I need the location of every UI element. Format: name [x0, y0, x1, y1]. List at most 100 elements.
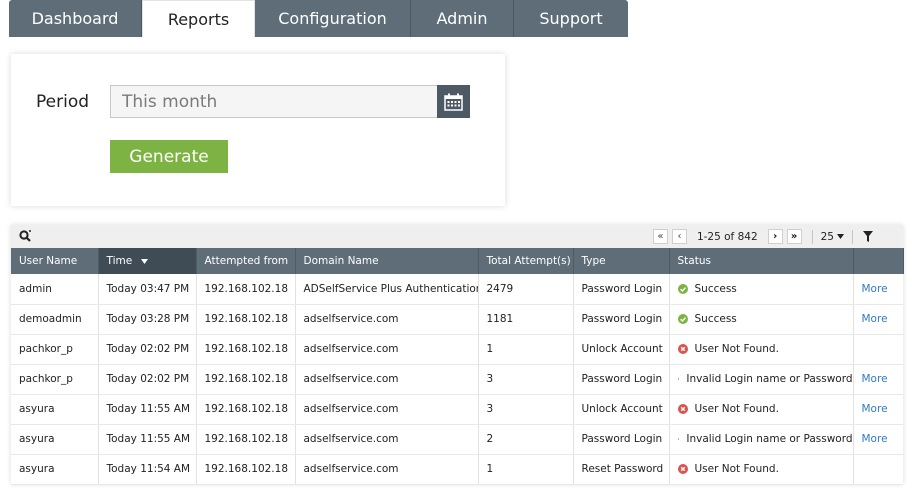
cell-actions: More — [853, 424, 903, 455]
status-wrapper: User Not Found. — [677, 343, 853, 355]
cell-attempted-from: 192.168.102.18 — [196, 304, 296, 335]
table-header-row: User Name Time Attempted from Domain Nam… — [11, 248, 904, 274]
column-header-domain-name[interactable]: Domain Name — [295, 248, 479, 274]
page-range: 1-25 of 842 — [696, 230, 758, 243]
cell-total-attempts: 1 — [478, 334, 574, 365]
prev-page-button[interactable]: ‹ — [671, 229, 687, 244]
tab-reports[interactable]: Reports — [142, 0, 255, 37]
column-header-user-name[interactable]: User Name — [11, 248, 99, 274]
cell-actions: More — [853, 274, 903, 305]
filter-icon[interactable] — [863, 231, 873, 242]
cell-type: Password Login — [573, 304, 670, 335]
cell-time: Today 11:55 AM — [98, 394, 197, 425]
column-header-attempted-from[interactable]: Attempted from — [196, 248, 296, 274]
status-text: User Not Found. — [694, 403, 779, 415]
more-link[interactable]: More — [862, 373, 888, 385]
cell-type: Unlock Account — [573, 334, 670, 365]
cell-attempted-from: 192.168.102.18 — [196, 394, 296, 425]
status-wrapper: User Not Found. — [677, 463, 853, 475]
cell-total-attempts: 2479 — [478, 274, 574, 305]
calendar-button[interactable] — [437, 85, 470, 118]
column-header-status[interactable]: Status — [669, 248, 854, 274]
last-page-button[interactable]: » — [786, 229, 802, 244]
cell-actions: More — [853, 364, 903, 395]
cell-domain-name: adselfservice.com — [295, 394, 479, 425]
cell-domain-name: adselfservice.com — [295, 304, 479, 335]
report-table: User Name Time Attempted from Domain Nam… — [11, 248, 904, 485]
cell-domain-name: adselfservice.com — [295, 334, 479, 365]
success-check-icon — [677, 314, 688, 324]
table-row: asyura Today 11:55 AM 192.168.102.18 adself… — [11, 424, 903, 455]
tab-admin[interactable]: Admin — [411, 0, 514, 37]
period-input[interactable] — [110, 85, 438, 118]
cell-type: Password Login — [573, 424, 670, 455]
more-link[interactable]: More — [862, 433, 888, 445]
page-size-select[interactable]: 25 — [821, 231, 844, 243]
success-check-icon — [677, 283, 688, 294]
next-page-button[interactable]: › — [767, 229, 783, 244]
cell-attempted-from: 192.168.102.18 — [196, 364, 296, 395]
table-row: pachkor_p Today 02:02 PM 192.168.102.18 ads… — [11, 334, 903, 365]
search-icon[interactable] — [19, 230, 32, 246]
cell-actions: More — [853, 304, 903, 335]
column-header-actions — [853, 248, 904, 274]
status-wrapper: Invalid Login name or Password — [677, 373, 853, 385]
cell-domain-name: adselfservice.com — [295, 454, 479, 485]
cell-user-name: pachkor_p — [11, 334, 99, 365]
tab-support[interactable]: Support — [514, 0, 628, 37]
page-size-value: 25 — [820, 230, 834, 243]
cell-status: Invalid Login name or Password — [669, 364, 854, 395]
cell-time: Today 02:02 PM — [98, 364, 197, 395]
column-header-time[interactable]: Time — [98, 248, 197, 274]
cell-domain-name: adselfservice.com — [295, 364, 479, 395]
cell-attempted-from: 192.168.102.18 — [196, 454, 296, 485]
status-text: User Not Found. — [694, 463, 779, 475]
report-filter-panel: Period Generate — [11, 54, 505, 206]
cell-total-attempts: 3 — [478, 394, 574, 425]
cell-status: Success — [669, 274, 854, 305]
cell-user-name: asyura — [11, 454, 99, 485]
period-label: Period — [36, 92, 90, 112]
column-header-total-attempts[interactable]: Total Attempt(s) — [478, 248, 574, 274]
cell-domain-name: adselfservice.com — [295, 424, 479, 455]
calendar-icon — [444, 93, 463, 111]
cell-status: Invalid Login name or Password — [669, 424, 854, 455]
main-tab-bar: Dashboard Reports Configuration Admin Su… — [9, 0, 628, 37]
cell-time: Today 11:54 AM — [98, 454, 197, 485]
cell-type: Reset Password — [573, 454, 670, 485]
cell-total-attempts: 1 — [478, 454, 574, 485]
status-wrapper: User Not Found. — [677, 403, 853, 415]
cell-type: Password Login — [573, 274, 670, 305]
error-x-icon — [677, 404, 688, 414]
status-text: Invalid Login name or Password — [686, 433, 853, 445]
status-wrapper: Invalid Login name or Password — [677, 433, 853, 445]
first-page-button[interactable]: « — [652, 229, 668, 244]
more-link[interactable]: More — [862, 313, 888, 325]
cell-user-name: admin — [11, 274, 99, 305]
sort-desc-icon — [140, 259, 148, 264]
caret-down-icon — [837, 234, 844, 239]
column-header-type[interactable]: Type — [573, 248, 670, 274]
cell-actions: More — [853, 394, 903, 425]
more-link[interactable]: More — [862, 283, 888, 295]
cell-time: Today 03:28 PM — [98, 304, 197, 335]
table-row: asyura Today 11:55 AM 192.168.102.18 adself… — [11, 394, 903, 425]
cell-user-name: asyura — [11, 424, 99, 455]
grid-toolbar: « ‹ 1-25 of 842 › » 25 — [11, 225, 903, 248]
cell-total-attempts: 1181 — [478, 304, 574, 335]
column-header-time-label: Time — [106, 255, 133, 267]
cell-type: Password Login — [573, 364, 670, 395]
cell-actions — [853, 334, 903, 365]
status-text: Invalid Login name or Password — [686, 373, 853, 385]
cell-user-name: asyura — [11, 394, 99, 425]
report-grid: « ‹ 1-25 of 842 › » 25 User Name Time At… — [11, 225, 904, 485]
cell-time: Today 02:02 PM — [98, 334, 197, 365]
cell-status: Success — [669, 304, 854, 335]
tab-dashboard[interactable]: Dashboard — [9, 0, 142, 37]
status-text: Success — [694, 313, 737, 325]
more-link[interactable]: More — [862, 403, 888, 415]
cell-attempted-from: 192.168.102.18 — [196, 424, 296, 455]
cell-domain-name: ADSelfService Plus Authentication — [295, 274, 479, 305]
generate-button[interactable]: Generate — [110, 140, 228, 173]
tab-configuration[interactable]: Configuration — [255, 0, 411, 37]
